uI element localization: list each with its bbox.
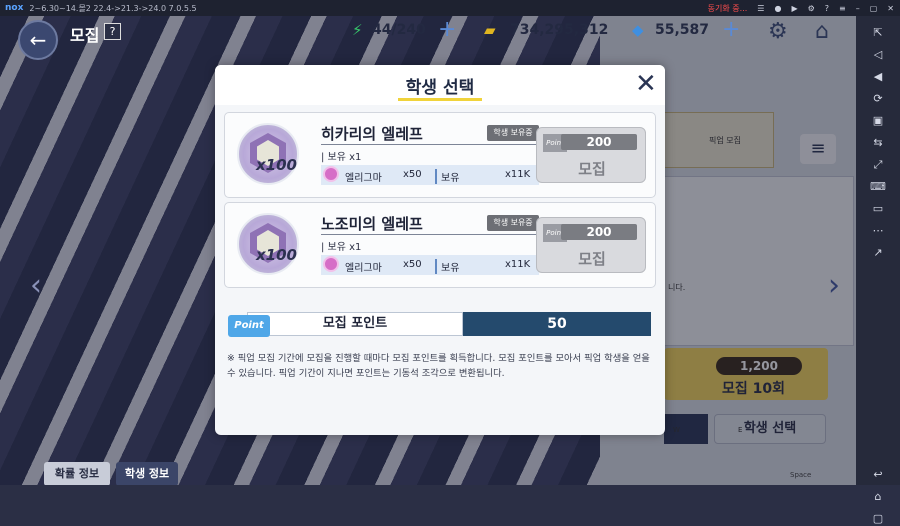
recruit-points-note: ※ 픽업 모집 기간에 모집을 진행할 때마다 모집 포인트를 획득합니다. 모… (227, 353, 650, 379)
recruit-points-label: 모집 포인트 (247, 312, 463, 336)
android-home-icon[interactable]: ⌂ (875, 490, 882, 504)
owned-badge: 학생 보유중 (487, 125, 539, 141)
close-window-icon[interactable]: ✕ (887, 4, 894, 13)
previous-banner-arrow[interactable]: ‹ (30, 268, 42, 303)
eligma-label: 엘리그마 (345, 263, 382, 274)
keyboard-icon[interactable]: ⌨ (870, 180, 886, 194)
owned-count: | 보유 x1 (321, 152, 362, 163)
eligma-icon (323, 256, 339, 272)
screen-record-icon[interactable]: ▭ (873, 202, 883, 216)
emulator-controls: 동기화 중... ☰ ● ▶ ⚙ ? ≡ – ▢ ✕ (708, 0, 894, 16)
nox-logo: nox (5, 3, 24, 13)
play-icon[interactable]: ▶ (791, 4, 797, 13)
eligma-required: x50 (403, 259, 422, 270)
add-gems-button[interactable]: + (722, 17, 740, 42)
home-icon[interactable]: ⌂ (815, 19, 829, 44)
volume-down-icon[interactable]: ◁ (874, 48, 882, 62)
owned-count: | 보유 x1 (321, 242, 362, 253)
eligma-hold-value: x11K (505, 169, 531, 180)
eleph-quantity: x100 (256, 156, 297, 174)
rotate-icon[interactable]: ⟳ (873, 92, 882, 106)
student-portrait (237, 213, 299, 275)
fullscreen-icon[interactable]: ⤢ (874, 158, 883, 172)
credits-value: 734,295,312 (510, 22, 609, 38)
android-recent-icon[interactable]: ▢ (873, 512, 883, 526)
modal-title: 학생 선택 (405, 78, 475, 98)
emulator-title-bar: nox 2~6.30~14.몰2 22.4->21.3->24.0 7.0.5.… (0, 0, 900, 16)
back-button[interactable]: ← (18, 20, 58, 60)
close-modal-button[interactable]: ✕ (635, 69, 657, 99)
recruit-cost: 200 (561, 224, 637, 240)
notification-icon[interactable]: ● (774, 4, 781, 13)
credit-icon: ▰ (484, 21, 496, 39)
eligma-hold-value: x11K (505, 259, 531, 270)
minimize-icon[interactable]: – (856, 4, 860, 13)
energy-value: 44/240 (372, 22, 426, 38)
eligma-hold-label: 보유 (435, 169, 459, 184)
title-underline (398, 98, 482, 101)
energy-icon: ⚡ (352, 21, 363, 39)
sync-icon[interactable]: ⇆ (873, 136, 882, 150)
page-title: 모집 (70, 26, 100, 45)
recruit-button[interactable]: Point 200 모집 (536, 127, 646, 183)
android-back-icon[interactable]: ↩ (873, 468, 882, 482)
point-badge-icon: Point (228, 307, 270, 337)
eleph-name: 노조미의 엘레프 (321, 215, 423, 233)
gems-value: 55,587 (655, 22, 710, 38)
recruit-points-bar: 모집 포인트 50 Point (228, 312, 651, 337)
sync-status: 동기화 중... (707, 3, 748, 13)
divider (321, 144, 539, 145)
hamburger-icon[interactable]: ≡ (839, 4, 846, 13)
eleph-name: 히카리의 엘레프 (321, 125, 423, 143)
eligma-hold-label: 보유 (435, 259, 459, 274)
settings-gear-icon[interactable]: ⚙ (768, 19, 788, 44)
divider (321, 234, 539, 235)
maximize-icon[interactable]: ▢ (870, 4, 878, 13)
emulator-window-title: 2~6.30~14.몰2 22.4->21.3->24.0 7.0.5.5 (29, 3, 197, 13)
eligma-row: 엘리그마 x50 보유 x11K (321, 165, 539, 185)
settings-icon[interactable]: ⚙ (808, 4, 815, 13)
tab-student-info[interactable]: 학생 정보 (116, 462, 178, 485)
eleph-card: x100 노조미의 엘레프 학생 보유중 | 보유 x1 엘리그마 x50 보유… (224, 202, 656, 288)
menu-icon[interactable]: ☰ (757, 4, 764, 13)
recruit-label: 모집 (578, 160, 606, 178)
recruit-label: 모집 (578, 250, 606, 268)
tab-rate-info[interactable]: 확률 정보 (44, 462, 110, 485)
eligma-label: 엘리그마 (345, 173, 382, 184)
eleph-quantity: x100 (256, 246, 297, 264)
screenshot-icon[interactable]: ▣ (873, 114, 883, 128)
add-energy-button[interactable]: + (438, 17, 456, 42)
student-portrait (237, 123, 299, 185)
eleph-card: x100 히카리의 엘레프 학생 보유중 | 보유 x1 엘리그마 x50 보유… (224, 112, 656, 198)
eligma-row: 엘리그마 x50 보유 x11K (321, 255, 539, 275)
more-icon[interactable]: ⋯ (873, 224, 884, 238)
recruit-points-value: 50 (463, 312, 651, 336)
eligma-required: x50 (403, 169, 422, 180)
recruit-cost: 200 (561, 134, 637, 150)
owned-badge: 학생 보유중 (487, 215, 539, 231)
student-select-modal: 학생 선택 ✕ x100 히카리의 엘레프 학생 보유중 | 보유 x1 엘리그… (215, 65, 665, 435)
recruit-button[interactable]: Point 200 모집 (536, 217, 646, 273)
external-link-icon[interactable]: ↗ (873, 246, 882, 260)
help-icon[interactable]: ? (825, 4, 829, 13)
volume-up-icon[interactable]: ◀ (874, 70, 882, 84)
next-banner-arrow[interactable]: › (828, 268, 840, 303)
expand-icon[interactable]: ⇱ (873, 26, 882, 40)
gem-icon: ◆ (632, 21, 644, 39)
help-button[interactable]: ? (104, 23, 121, 40)
emulator-sidebar: ⇱ ◁ ◀ ⟳ ▣ ⇆ ⤢ ⌨ ▭ ⋯ ↗ ↩ ⌂ ▢ (856, 16, 900, 525)
eligma-icon (323, 166, 339, 182)
point-badge-label: Point (228, 315, 270, 337)
